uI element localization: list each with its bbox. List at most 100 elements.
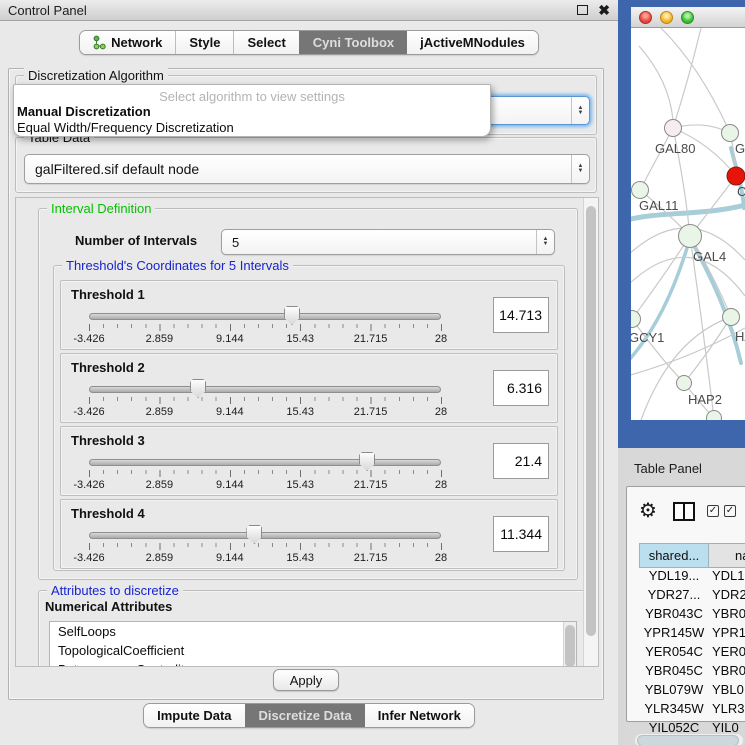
settings-scrollbar[interactable] [583,198,598,666]
threshold-4-value-field[interactable]: 11.344 [493,516,549,552]
slider-ticks [89,543,442,550]
tab-style[interactable]: Style [175,31,233,54]
threshold-3-value-field[interactable]: 21.4 [493,443,549,479]
threshold-1-slider[interactable]: -3.4262.8599.14415.4321.71528 [89,307,441,347]
threshold-4-panel: Threshold 4 -3.4262.8599.14415.4321.7152… [60,499,558,569]
network-node[interactable] [632,182,649,199]
table-row[interactable]: YBL079WYBL0 [639,682,745,701]
network-node-selected[interactable] [727,167,745,185]
table-panel: ⚙ ✓ ✓ shared... na YDL19...YDL1 YDR27...… [626,486,745,722]
slider-track[interactable] [89,386,441,393]
tab-network[interactable]: Network [80,31,175,54]
slider-thumb[interactable] [359,452,375,471]
list-item[interactable]: SelfLoops [50,622,576,641]
mac-zoom-button[interactable] [681,11,694,24]
slider-track[interactable] [89,459,441,466]
tab-discretize-data[interactable]: Discretize Data [245,704,365,727]
slider-track[interactable] [89,532,441,539]
tab-label: Discretize Data [259,708,352,723]
settings-scroll-area: Interval Definition Number of Intervals … [15,197,599,667]
attributes-list-scrollbar[interactable] [563,622,576,667]
node-label: GAL4 [693,249,726,264]
slider-tick-labels: -3.4262.8599.14415.4321.71528 [89,479,441,491]
slider-thumb[interactable] [246,525,262,544]
threshold-3-label: Threshold 3 [71,433,145,448]
mac-minimize-button[interactable] [660,11,673,24]
node-label-partial: C [737,184,745,199]
tab-cyni-toolbox[interactable]: Cyni Toolbox [299,31,407,54]
threshold-2-slider[interactable]: -3.4262.8599.14415.4321.71528 [89,380,441,420]
apply-button[interactable]: Apply [273,669,339,691]
tab-select[interactable]: Select [233,31,298,54]
column-header-shared-name[interactable]: shared... [639,543,709,568]
threshold-3-panel: Threshold 3 -3.4262.8599.14415.4321.7152… [60,426,558,496]
network-canvas[interactable]: GAL80 GA C GAL11 GAL4 GCY1 HA HAP2 [631,28,745,420]
select-columns-checkbox-icon[interactable]: ✓ [724,505,736,517]
slider-track[interactable] [89,313,441,320]
num-intervals-combo[interactable]: 5 ▲▼ [221,229,555,255]
threshold-1-label: Threshold 1 [71,287,145,302]
table-row[interactable]: YBR045CYBR0 [639,663,745,682]
table-data-group: Table Data galFiltered.sif default node … [15,137,597,193]
control-panel: Control Panel ✖ Network [0,0,618,745]
attributes-list: SelfLoops TopologicalCoefficient Between… [49,621,577,667]
network-window-titlebar [631,7,745,28]
tab-label: Infer Network [378,708,461,723]
algorithm-dropdown-popup: Select algorithm to view settings Manual… [13,84,491,137]
slider-thumb[interactable] [190,379,206,398]
node-label: GAL80 [655,141,695,156]
threshold-1-panel: Threshold 1 -3.4262.8599.14415.4321.7152… [60,280,558,350]
gear-icon[interactable]: ⚙ [639,501,657,521]
network-node[interactable] [677,376,692,391]
table-row[interactable]: YER054CYER0 [639,644,745,663]
network-node[interactable] [722,125,739,142]
table-body: YDL19...YDL1 YDR27...YDR2 YBR043CYBR0 YP… [639,568,745,739]
slider-tick-labels: -3.4262.8599.14415.4321.71528 [89,406,441,418]
node-label: GCY1 [631,330,664,345]
network-node[interactable] [679,225,702,248]
threshold-4-label: Threshold 4 [71,506,145,521]
slider-thumb[interactable] [284,306,300,325]
threshold-4-slider[interactable]: -3.4262.8599.14415.4321.71528 [89,526,441,566]
tab-infer-network[interactable]: Infer Network [365,704,474,727]
threshold-3-slider[interactable]: -3.4262.8599.14415.4321.71528 [89,453,441,493]
table-row[interactable]: YDR27...YDR2 [639,587,745,606]
threshold-2-label: Threshold 2 [71,360,145,375]
table-horizontal-scrollbar[interactable] [635,734,743,745]
threshold-1-value-field[interactable]: 14.713 [493,297,549,333]
table-row[interactable]: YLR345WYLR3 [639,701,745,720]
table-row[interactable]: YDL19...YDL1 [639,568,745,587]
node-label-partial: GA [735,141,745,156]
bottom-tab-bar: Impute Data Discretize Data Infer Networ… [0,703,618,728]
list-item[interactable]: BetweennessCentrality [50,660,576,667]
select-all-checkbox-icon[interactable]: ✓ [707,505,719,517]
network-node[interactable] [723,309,740,326]
dropdown-item-equal-width[interactable]: Equal Width/Frequency Discretization [14,120,490,136]
slider-ticks [89,397,442,404]
column-header-name[interactable]: na [709,543,745,568]
tab-impute-data[interactable]: Impute Data [144,704,244,727]
network-node[interactable] [631,311,641,328]
mac-close-button[interactable] [639,11,652,24]
tab-label: Select [247,35,285,50]
slider-ticks [89,470,442,477]
tab-label: jActiveMNodules [420,35,525,50]
network-node[interactable] [665,120,682,137]
table-row[interactable]: YPR145WYPR1 [639,625,745,644]
threshold-2-value-field[interactable]: 6.316 [493,370,549,406]
table-data-combo[interactable]: galFiltered.sif default node ▲▼ [24,154,590,184]
list-item[interactable]: TopologicalCoefficient [50,641,576,660]
node-label-partial: HA [735,329,745,344]
table-row[interactable]: YBR043CYBR0 [639,606,745,625]
interval-definition-title: Interval Definition [47,201,155,216]
split-columns-icon[interactable] [673,502,695,521]
tab-jactivemnodules[interactable]: jActiveMNodules [407,31,538,54]
combo-stepper-icon: ▲▼ [571,155,589,183]
panel-title: Control Panel [8,3,87,18]
close-icon[interactable]: ✖ [598,5,610,15]
float-window-icon[interactable] [577,5,588,15]
dropdown-item-manual[interactable]: Manual Discretization [14,104,490,120]
algorithm-group-title: Discretization Algorithm [24,68,168,83]
control-panel-titlebar: Control Panel ✖ [0,0,618,21]
node-label: HAP2 [688,392,722,407]
